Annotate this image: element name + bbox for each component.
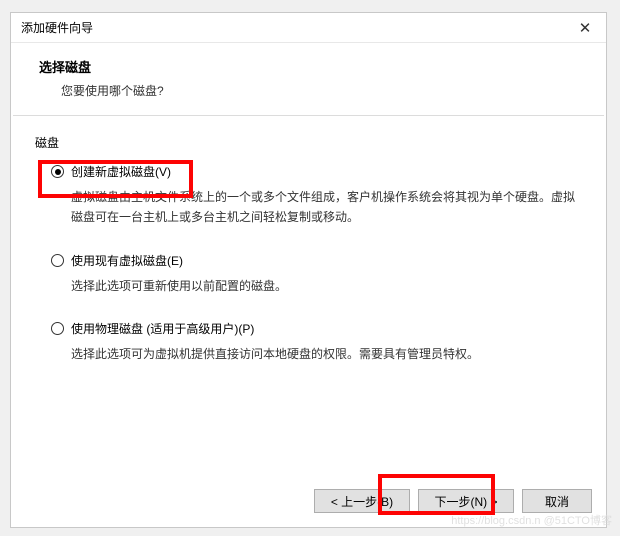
radio-row-physical[interactable]: 使用物理磁盘 (适用于高级用户)(P): [51, 320, 582, 337]
button-row: < 上一步(B) 下一步(N) > 取消: [11, 479, 606, 527]
wizard-dialog: 添加硬件向导 ✕ 选择磁盘 您要使用哪个磁盘? 磁盘 创建新虚拟磁盘(V) 虚拟…: [10, 12, 607, 528]
dialog-body: 选择磁盘 您要使用哪个磁盘? 磁盘 创建新虚拟磁盘(V) 虚拟磁盘由主机文件系统…: [11, 43, 606, 527]
header-subtitle: 您要使用哪个磁盘?: [61, 82, 578, 99]
radio-physical[interactable]: [51, 322, 64, 335]
dialog-title: 添加硬件向导: [21, 19, 564, 36]
option-desc-create-new: 虚拟磁盘由主机文件系统上的一个或多个文件组成，客户机操作系统会将其视为单个硬盘。…: [71, 187, 582, 228]
radio-label-use-existing[interactable]: 使用现有虚拟磁盘(E): [71, 252, 183, 269]
radio-label-create-new[interactable]: 创建新虚拟磁盘(V): [71, 163, 171, 180]
next-button[interactable]: 下一步(N) >: [418, 489, 514, 513]
close-button[interactable]: ✕: [564, 13, 606, 43]
wizard-header: 选择磁盘 您要使用哪个磁盘?: [11, 43, 606, 115]
content-area: 磁盘 创建新虚拟磁盘(V) 虚拟磁盘由主机文件系统上的一个或多个文件组成，客户机…: [11, 116, 606, 479]
disk-group-label: 磁盘: [35, 134, 582, 151]
disk-options: 创建新虚拟磁盘(V) 虚拟磁盘由主机文件系统上的一个或多个文件组成，客户机操作系…: [35, 163, 582, 365]
titlebar: 添加硬件向导 ✕: [11, 13, 606, 43]
close-icon: ✕: [579, 19, 592, 37]
option-create-new: 创建新虚拟磁盘(V) 虚拟磁盘由主机文件系统上的一个或多个文件组成，客户机操作系…: [51, 163, 582, 228]
header-title: 选择磁盘: [39, 57, 578, 76]
option-desc-use-existing: 选择此选项可重新使用以前配置的磁盘。: [71, 276, 582, 296]
radio-label-physical[interactable]: 使用物理磁盘 (适用于高级用户)(P): [71, 320, 254, 337]
option-use-existing: 使用现有虚拟磁盘(E) 选择此选项可重新使用以前配置的磁盘。: [51, 252, 582, 296]
radio-create-new[interactable]: [51, 165, 64, 178]
radio-use-existing[interactable]: [51, 254, 64, 267]
back-button[interactable]: < 上一步(B): [314, 489, 410, 513]
option-desc-physical: 选择此选项可为虚拟机提供直接访问本地硬盘的权限。需要具有管理员特权。: [71, 344, 582, 364]
radio-row-create-new[interactable]: 创建新虚拟磁盘(V): [51, 163, 582, 180]
option-physical: 使用物理磁盘 (适用于高级用户)(P) 选择此选项可为虚拟机提供直接访问本地硬盘…: [51, 320, 582, 364]
cancel-button[interactable]: 取消: [522, 489, 592, 513]
radio-row-use-existing[interactable]: 使用现有虚拟磁盘(E): [51, 252, 582, 269]
